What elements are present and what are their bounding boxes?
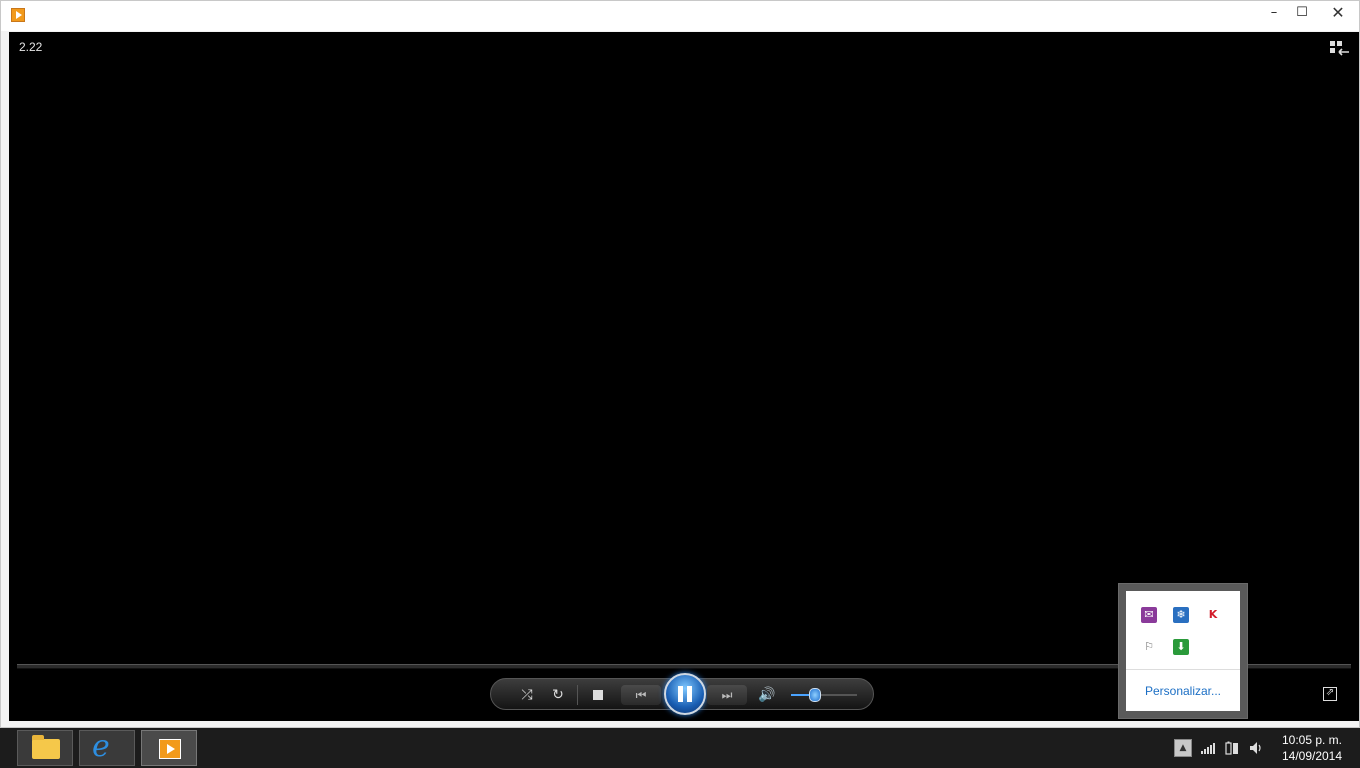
fullscreen-icon[interactable]: ⇗: [1323, 687, 1337, 701]
windows-media-player-icon[interactable]: [11, 8, 25, 22]
internet-explorer-icon: e: [92, 729, 110, 764]
folder-icon: [32, 735, 60, 759]
switch-to-library-icon[interactable]: [1329, 40, 1351, 58]
overflow-content: ✉ ❄ K ⚐ ⬇ Personalizar...: [1126, 591, 1240, 711]
taskbar-internet-explorer[interactable]: e: [79, 729, 135, 766]
pause-button[interactable]: [664, 673, 706, 715]
shuffle-button[interactable]: ⤮: [515, 685, 539, 705]
battery-power-icon[interactable]: [1224, 739, 1240, 757]
kaspersky-icon[interactable]: K: [1205, 607, 1221, 623]
pause-icon: [687, 686, 692, 702]
divider: [1126, 669, 1240, 670]
pause-icon: [678, 686, 683, 702]
chat-icon[interactable]: ✉: [1141, 607, 1157, 623]
notification-overflow-panel: ✉ ❄ K ⚐ ⬇ Personalizar...: [1118, 583, 1248, 719]
volume-thumb[interactable]: [809, 688, 821, 702]
repeat-button[interactable]: ↻: [546, 685, 570, 705]
clock-time: 10:05 p. m.: [1281, 733, 1343, 747]
mute-button[interactable]: 🔊: [755, 685, 779, 705]
volume-slider[interactable]: [791, 694, 857, 696]
playback-controls: ⤮ ↻ ⏮ ⏭ 🔊: [490, 673, 874, 715]
previous-button[interactable]: ⏮: [621, 685, 661, 705]
maximize-button[interactable]: ☐: [1287, 1, 1317, 25]
windows-media-player-icon: [159, 739, 181, 759]
action-center-flag-icon[interactable]: ⚐: [1141, 639, 1157, 655]
next-button[interactable]: ⏭: [707, 685, 747, 705]
separator: [577, 685, 578, 705]
close-button[interactable]: ✕: [1323, 1, 1353, 25]
network-signal-icon[interactable]: [1200, 739, 1216, 757]
timecode-label: 2.22: [19, 40, 43, 54]
download-icon[interactable]: ⬇: [1173, 639, 1189, 655]
show-hidden-icons-button[interactable]: ▲: [1174, 739, 1192, 757]
system-clock[interactable]: 10:05 p. m. 14/09/2014: [1272, 732, 1352, 764]
clock-date: 14/09/2014: [1281, 749, 1343, 763]
taskbar-windows-media-player[interactable]: [141, 730, 197, 766]
speaker-volume-icon[interactable]: [1248, 739, 1264, 757]
taskbar: e ▲ 10:05 p. m. 14/09/2014: [0, 728, 1360, 768]
taskbar-file-explorer[interactable]: [17, 730, 73, 766]
minimize-button[interactable]: –: [1259, 1, 1289, 25]
stop-button[interactable]: [586, 685, 610, 705]
customize-link[interactable]: Personalizar...: [1126, 684, 1240, 698]
title-bar[interactable]: – ☐ ✕: [1, 1, 1359, 31]
snowflake-icon[interactable]: ❄: [1173, 607, 1189, 623]
stop-icon: [593, 690, 603, 700]
